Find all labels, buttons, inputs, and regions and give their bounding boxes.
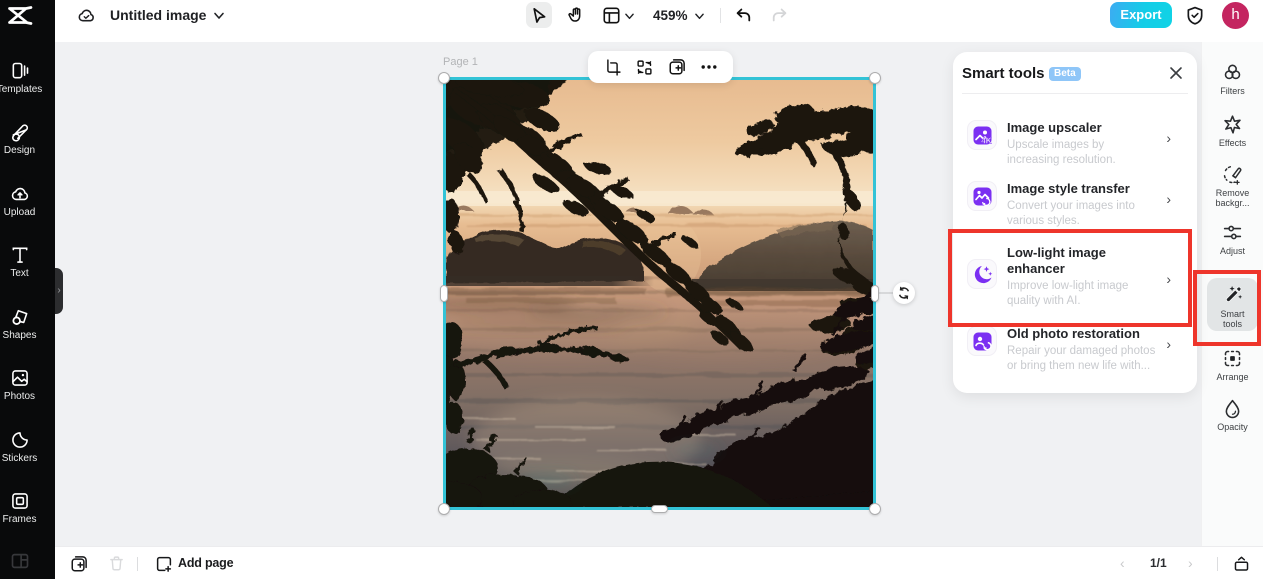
svg-text:4K: 4K	[981, 136, 992, 145]
